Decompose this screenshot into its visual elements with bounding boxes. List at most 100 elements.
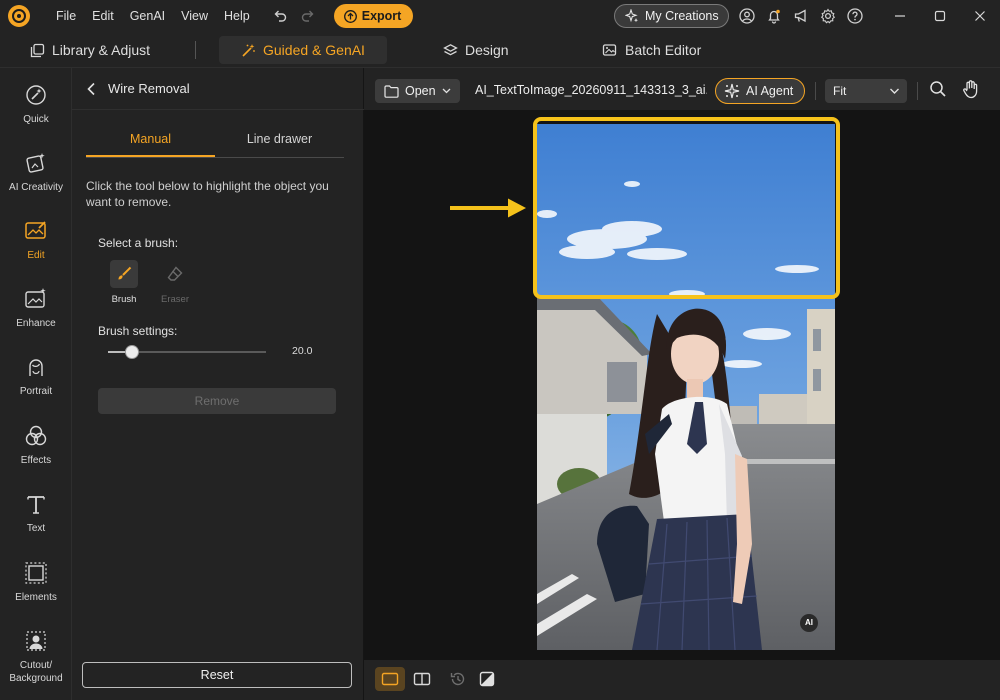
rail-label: Quick [23, 114, 49, 125]
account-icon[interactable] [737, 6, 757, 26]
menu-file[interactable]: File [48, 0, 84, 32]
menu-edit[interactable]: Edit [84, 0, 122, 32]
tab-design[interactable]: Design [443, 36, 509, 64]
help-icon[interactable] [845, 6, 865, 26]
removal-mode-tabs: Manual Line drawer [86, 128, 344, 158]
rail-label: Effects [20, 455, 52, 466]
tool-category-rail: Quick AI Creativity Edit Enhance Portrai… [0, 68, 72, 700]
image-canvas[interactable]: AI [364, 110, 1000, 660]
back-arrow-icon[interactable] [86, 82, 96, 96]
brush-tool[interactable]: Brush [104, 260, 144, 305]
toolbar-divider [917, 82, 918, 100]
brush-size-slider-handle[interactable] [124, 345, 139, 359]
quick-wand-icon [26, 85, 46, 105]
single-view-icon [381, 672, 399, 686]
close-icon[interactable] [960, 0, 1000, 32]
cutout-background-icon [26, 631, 46, 651]
titlebar-icon-group [737, 6, 865, 26]
export-label: Export [361, 9, 402, 23]
batch-images-icon [602, 43, 617, 56]
tab-label: Batch Editor [625, 42, 702, 58]
tab-label: Design [465, 42, 509, 58]
rail-item-cutout-background[interactable]: Cutout/ Background [0, 628, 72, 685]
open-button[interactable]: Open [375, 79, 460, 103]
rail-item-ai-creativity[interactable]: AI Creativity [0, 150, 72, 194]
rail-label: Portrait [19, 386, 53, 397]
tab-guided-genai[interactable]: Guided & GenAI [219, 36, 387, 64]
notification-bell-icon[interactable] [764, 6, 784, 26]
history-button[interactable] [443, 667, 473, 691]
undo-icon[interactable] [272, 8, 288, 24]
rail-label: Enhance [16, 318, 56, 329]
compare-view-button[interactable] [407, 667, 437, 691]
rail-item-enhance[interactable]: Enhance [0, 286, 72, 330]
minimize-icon[interactable] [880, 0, 920, 32]
rail-item-portrait[interactable]: Portrait [0, 354, 72, 398]
rail-item-edit[interactable]: Edit [0, 218, 72, 262]
sparkle-icon [625, 9, 638, 23]
tab-library-adjust[interactable]: Library & Adjust [30, 36, 150, 64]
panel-header: Wire Removal [72, 68, 364, 110]
file-name: AI_TextToImage_20260911_143313_3_ai.... [475, 83, 707, 97]
tab-label: Guided & GenAI [263, 42, 365, 58]
before-after-button[interactable] [472, 667, 502, 691]
tab-line-drawer[interactable]: Line drawer [215, 128, 344, 157]
library-icon [30, 43, 45, 57]
rail-label: Text [26, 523, 46, 534]
ai-agent-button[interactable]: AI Agent [715, 78, 805, 104]
megaphone-icon[interactable] [791, 6, 811, 26]
wire-removal-panel: Wire Removal Manual Line drawer Click th… [72, 68, 364, 700]
ai-generated-badge: AI [800, 614, 818, 632]
hand-pan-icon[interactable] [961, 79, 981, 99]
eraser-label: Eraser [161, 294, 189, 305]
chevron-down-icon [890, 88, 899, 94]
mode-tab-divider [195, 41, 196, 59]
split-view-icon [413, 672, 431, 686]
menu-view[interactable]: View [173, 0, 216, 32]
rail-item-text[interactable]: Text [0, 491, 72, 535]
remove-button[interactable]: Remove [98, 388, 336, 414]
magnifier-zoom-icon[interactable] [929, 80, 947, 98]
eraser-icon [161, 260, 189, 288]
rail-label: Edit [27, 250, 45, 261]
rail-label: Cutout/ Background [9, 660, 63, 684]
folder-icon [384, 84, 399, 98]
magic-wand-icon [242, 43, 255, 57]
highlight-box [533, 117, 840, 299]
rail-item-quick[interactable]: Quick [0, 82, 72, 126]
chevron-down-icon [442, 88, 451, 94]
effects-circles-icon [25, 425, 47, 446]
tab-manual[interactable]: Manual [86, 128, 215, 157]
text-icon [27, 496, 45, 514]
single-view-button[interactable] [375, 667, 405, 691]
my-creations-label: My Creations [645, 9, 719, 23]
eraser-tool[interactable]: Eraser [155, 260, 195, 305]
rail-label: Elements [15, 592, 57, 603]
settings-gear-icon[interactable] [818, 6, 838, 26]
my-creations-button[interactable]: My Creations [614, 4, 729, 28]
editor-toolbar: Open AI_TextToImage_20260911_143313_3_ai… [364, 68, 1000, 110]
zoom-mode-value: Fit [833, 84, 847, 98]
export-icon [343, 9, 357, 23]
rail-item-effects[interactable]: Effects [0, 423, 72, 467]
menu-genai[interactable]: GenAI [122, 0, 173, 32]
maximize-icon[interactable] [920, 0, 960, 32]
tab-label: Library & Adjust [52, 42, 151, 58]
before-after-icon [479, 671, 495, 687]
history-icon [450, 672, 465, 686]
brush-section-title: Select a brush: [98, 236, 179, 250]
menu-help[interactable]: Help [216, 0, 258, 32]
reset-button[interactable]: Reset [82, 662, 352, 688]
instruction-text: Click the tool below to highlight the ob… [86, 179, 329, 209]
redo-icon[interactable] [300, 8, 316, 24]
toolbar-divider [815, 82, 816, 100]
elements-icon [25, 562, 47, 584]
rail-label: AI Creativity [9, 182, 63, 193]
tab-batch-editor[interactable]: Batch Editor [602, 36, 701, 64]
zoom-mode-select[interactable]: Fit [825, 79, 907, 103]
enhance-icon [25, 288, 46, 308]
rail-item-elements[interactable]: Elements [0, 560, 72, 604]
app-logo-icon [8, 5, 30, 27]
export-button[interactable]: Export [333, 4, 414, 28]
portrait-face-icon [29, 359, 43, 376]
